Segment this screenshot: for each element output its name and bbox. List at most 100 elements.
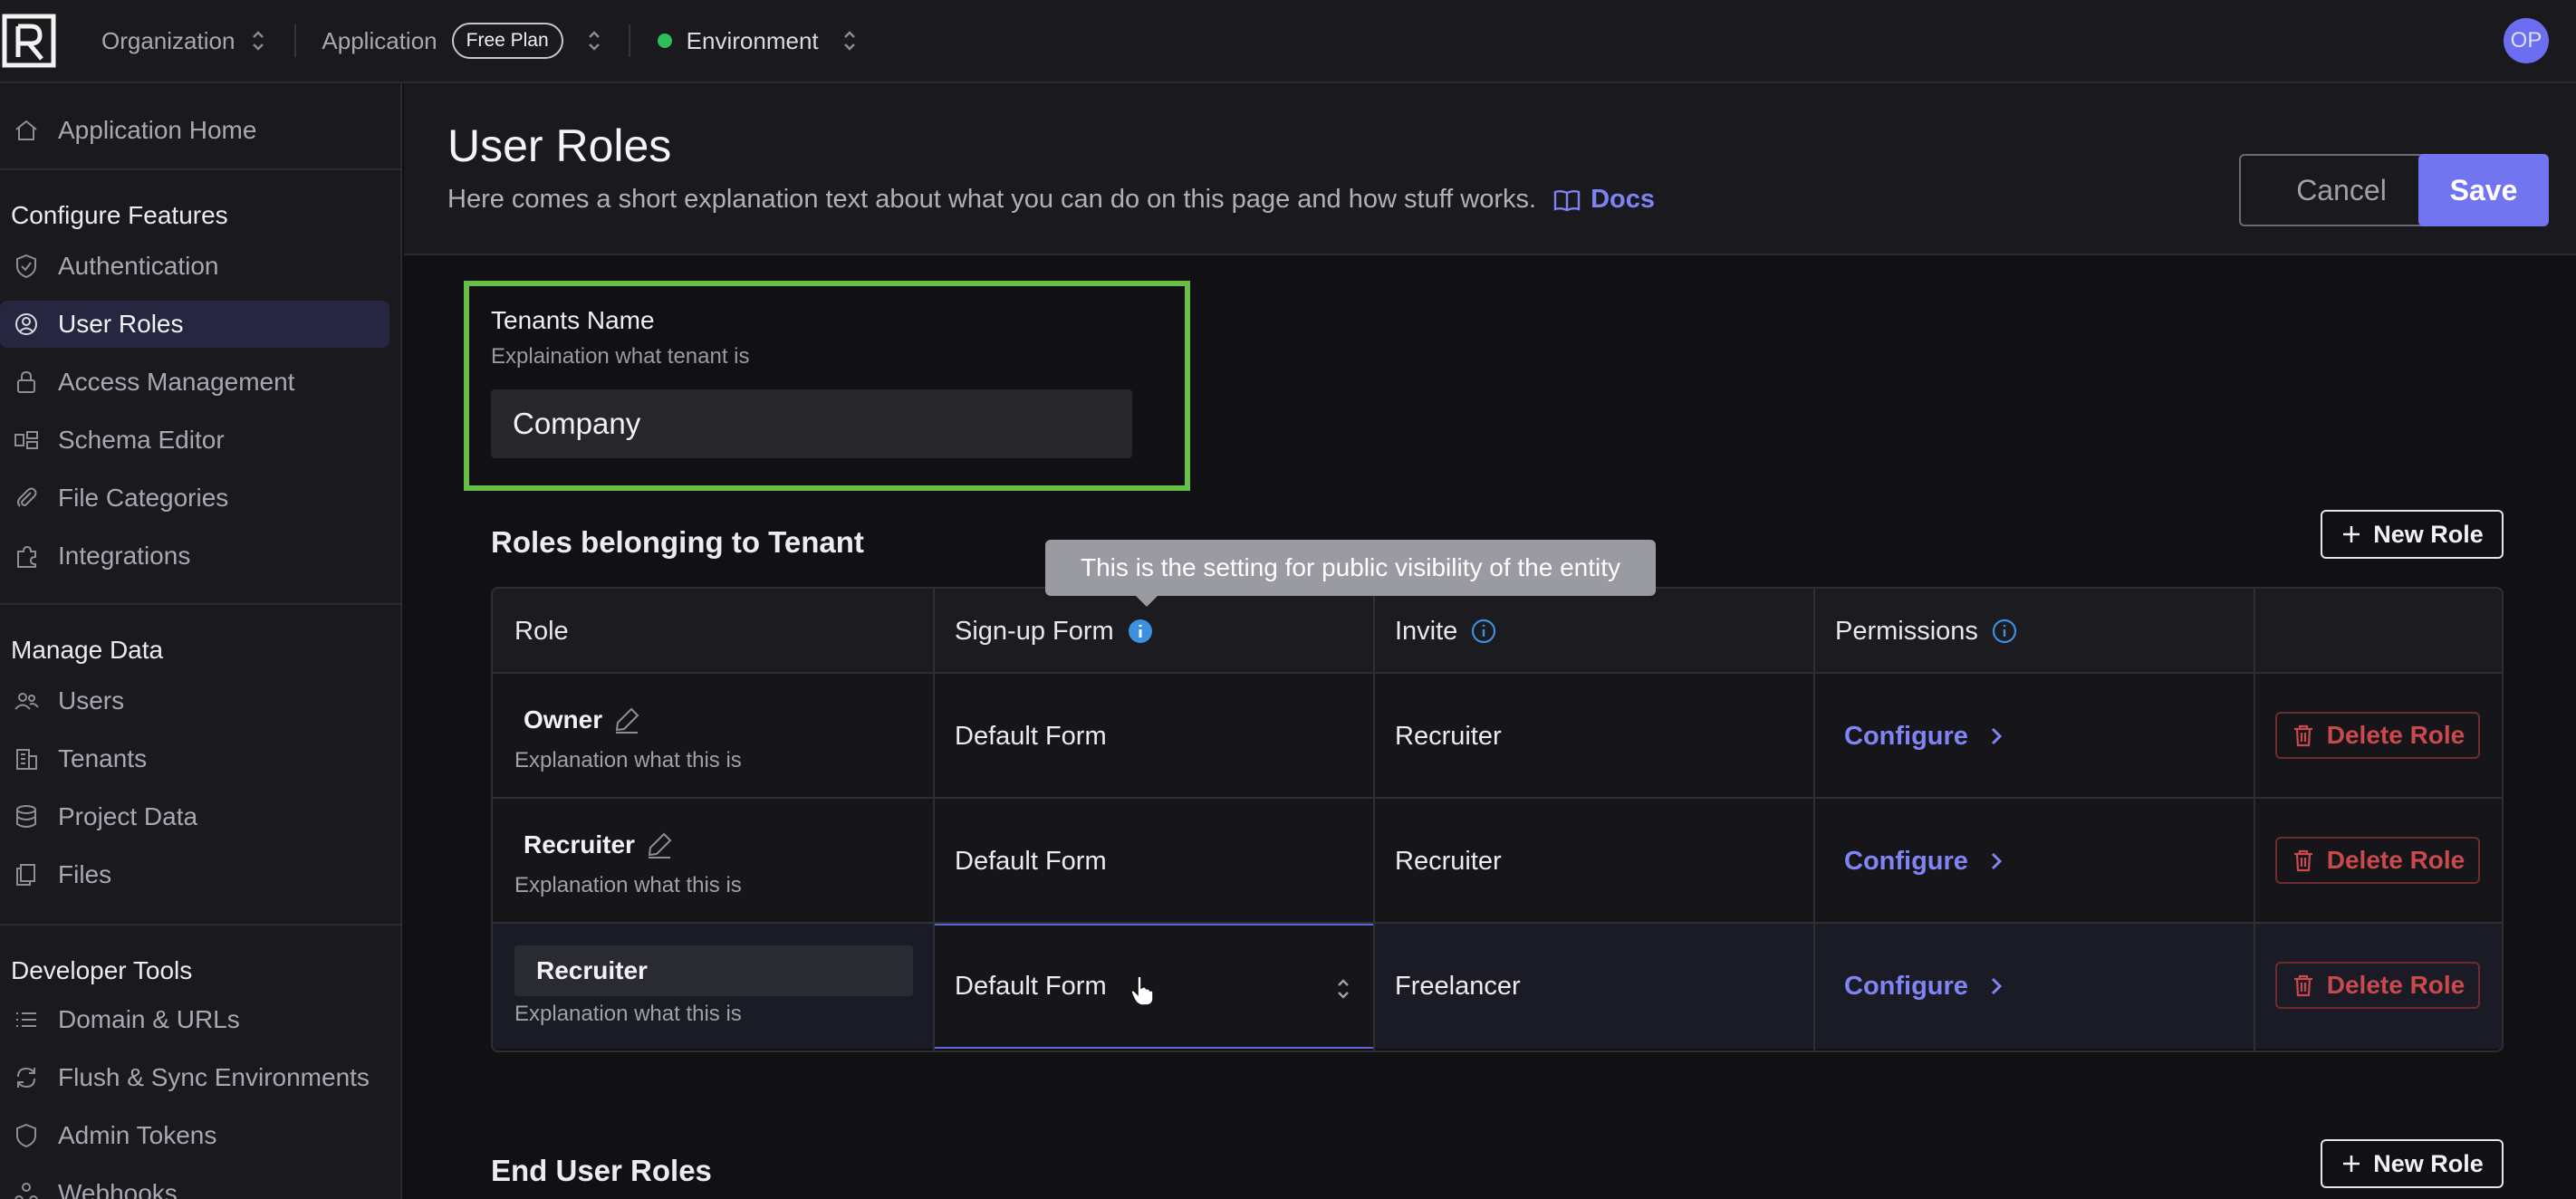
divider xyxy=(0,603,400,605)
hand-cursor-icon xyxy=(1130,975,1154,1006)
table-row: Owner Explanation what this is Default F… xyxy=(493,674,2502,799)
cancel-button[interactable]: Cancel xyxy=(2239,154,2444,226)
section-heading-configure: Configure Features xyxy=(11,201,228,229)
trash-icon xyxy=(2293,849,2312,872)
database-icon xyxy=(16,805,36,828)
roles-section-title: Roles belonging to Tenant xyxy=(491,525,864,559)
column-divider xyxy=(933,589,935,1050)
sidebar-item-domain-urls[interactable]: Domain & URLs xyxy=(0,996,389,1043)
tenant-name-help: Explaination what tenant is xyxy=(491,344,750,369)
plus-icon xyxy=(2343,526,2360,542)
sidebar-item-label: File Categories xyxy=(58,484,229,512)
new-role-button[interactable]: New Role xyxy=(2321,510,2504,559)
trash-icon xyxy=(2293,974,2312,997)
delete-role-button[interactable]: Delete Role xyxy=(2275,962,2480,1009)
organization-selector[interactable]: Organization xyxy=(101,0,267,82)
invite-value[interactable]: Recruiter xyxy=(1373,674,1502,799)
end-user-roles-title: End User Roles xyxy=(491,1154,712,1187)
chevron-up-down-icon xyxy=(843,31,855,51)
divider xyxy=(294,24,297,57)
edit-icon[interactable] xyxy=(644,830,675,860)
trash-icon xyxy=(2293,724,2312,747)
column-header-permissions: Permissions xyxy=(1813,589,2254,674)
signup-form-value[interactable]: Default Form xyxy=(933,799,1107,924)
avatar[interactable]: OP xyxy=(2504,18,2549,63)
tooltip-arrow xyxy=(1136,596,1158,607)
signup-form-value[interactable]: Default Form xyxy=(933,674,1107,799)
delete-role-button[interactable]: Delete Role xyxy=(2275,712,2480,759)
tenant-name-input[interactable] xyxy=(491,389,1132,458)
configure-label: Configure xyxy=(1844,971,1968,1001)
user-circle-icon xyxy=(15,313,37,335)
sidebar-item-application-home[interactable]: Application Home xyxy=(0,107,389,154)
configure-label: Configure xyxy=(1844,846,1968,876)
sidebar-item-users[interactable]: Users xyxy=(0,677,389,724)
sidebar-item-schema-editor[interactable]: Schema Editor xyxy=(0,417,389,464)
sidebar-item-files[interactable]: Files xyxy=(0,851,389,898)
visibility-tooltip: This is the setting for public visibilit… xyxy=(1045,540,1656,607)
role-help: Explanation what this is xyxy=(514,1002,742,1026)
sidebar-item-label: Tenants xyxy=(58,744,148,772)
column-header-role: Role xyxy=(493,589,933,674)
invite-value[interactable]: Recruiter xyxy=(1373,799,1502,924)
tenant-name-card: Tenants Name Explaination what tenant is xyxy=(464,281,1190,491)
sidebar-item-access-management[interactable]: Access Management xyxy=(0,359,389,406)
column-divider xyxy=(2254,589,2255,1050)
delete-role-button[interactable]: Delete Role xyxy=(2275,837,2480,884)
sidebar-item-authentication[interactable]: Authentication xyxy=(0,243,389,290)
application-selector[interactable]: Application Free Plan xyxy=(322,0,602,82)
page-title: User Roles xyxy=(447,120,672,171)
home-icon xyxy=(15,120,37,140)
section-heading-manage: Manage Data xyxy=(11,636,164,664)
divider xyxy=(0,168,400,170)
sidebar-item-label: Authentication xyxy=(58,252,219,280)
table-row: Recruiter Explanation what this is Defau… xyxy=(493,799,2502,924)
new-end-user-role-button[interactable]: New Role xyxy=(2321,1139,2504,1188)
info-icon[interactable] xyxy=(1470,618,1497,645)
docs-link[interactable]: Docs xyxy=(1552,185,1655,215)
sync-icon xyxy=(17,1067,35,1089)
chevron-up-down-icon xyxy=(1338,979,1349,999)
sidebar-item-label: Files xyxy=(58,860,112,888)
sidebar-item-project-data[interactable]: Project Data xyxy=(0,793,389,840)
configure-link[interactable]: Configure xyxy=(1844,924,2006,1049)
webhook-icon xyxy=(14,1183,38,1199)
column-divider xyxy=(1373,589,1375,1050)
table-header: Role Sign-up Form Invite Permissions xyxy=(493,589,2502,674)
configure-label: Configure xyxy=(1844,721,1968,751)
environment-selector[interactable]: Environment xyxy=(657,0,859,82)
save-button[interactable]: Save xyxy=(2418,154,2549,226)
edit-icon[interactable] xyxy=(611,705,642,735)
page-subtitle-text: Here comes a short explanation text abou… xyxy=(447,185,1537,214)
app-logo-icon[interactable] xyxy=(2,14,56,68)
sidebar-item-user-roles[interactable]: User Roles xyxy=(0,301,389,348)
sidebar-item-tenants[interactable]: Tenants xyxy=(0,735,389,782)
building-icon xyxy=(16,749,37,770)
column-header-label: Sign-up Form xyxy=(955,616,1114,646)
column-divider xyxy=(1813,589,1815,1050)
invite-value[interactable]: Freelancer xyxy=(1373,924,1521,1049)
role-name-input[interactable] xyxy=(514,945,913,996)
sidebar-item-webhooks[interactable]: Webhooks xyxy=(0,1170,389,1199)
sidebar-item-label: Webhooks xyxy=(58,1179,178,1199)
sidebar-item-admin-tokens[interactable]: Admin Tokens xyxy=(0,1112,389,1159)
organization-label: Organization xyxy=(101,26,235,54)
chevron-right-icon xyxy=(1991,977,2003,995)
configure-link[interactable]: Configure xyxy=(1844,799,2006,924)
shield-icon xyxy=(16,1123,36,1148)
sidebar-item-file-categories[interactable]: File Categories xyxy=(0,475,389,522)
configure-link[interactable]: Configure xyxy=(1844,674,2006,799)
info-icon[interactable] xyxy=(1127,618,1154,645)
sidebar-item-label: Project Data xyxy=(58,802,198,830)
plus-icon xyxy=(2343,1156,2360,1172)
users-icon xyxy=(14,693,39,710)
divider xyxy=(0,924,400,926)
sidebar-item-label: Access Management xyxy=(58,368,295,396)
info-icon[interactable] xyxy=(1991,618,2018,645)
sidebar-item-flush-sync[interactable]: Flush & Sync Environments xyxy=(0,1054,389,1101)
delete-role-label: Delete Role xyxy=(2326,846,2465,874)
tenant-name-label: Tenants Name xyxy=(491,306,655,334)
sidebar-item-integrations[interactable]: Integrations xyxy=(0,532,389,580)
paperclip-icon xyxy=(17,487,37,507)
sidebar-item-label: Schema Editor xyxy=(58,426,225,454)
